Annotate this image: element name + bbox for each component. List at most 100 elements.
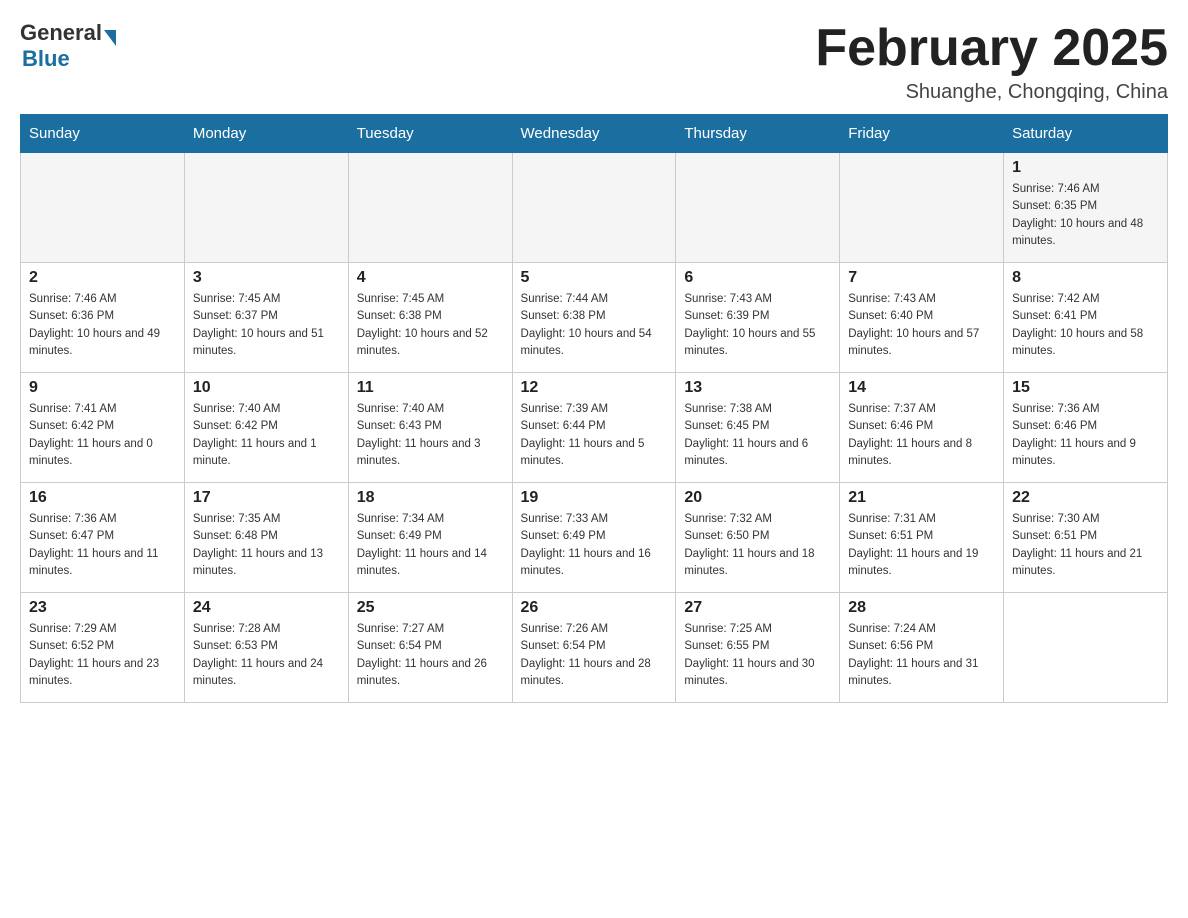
day-number: 23 [29, 599, 176, 617]
day-of-week-header: Monday [184, 115, 348, 153]
day-of-week-header: Tuesday [348, 115, 512, 153]
day-number: 9 [29, 379, 176, 397]
calendar-day-cell [1004, 593, 1168, 703]
calendar-day-cell: 23 Sunrise: 7:29 AMSunset: 6:52 PMDayligh… [21, 593, 185, 703]
day-number: 12 [521, 379, 668, 397]
day-number: 4 [357, 269, 504, 287]
day-of-week-header: Wednesday [512, 115, 676, 153]
day-number: 28 [848, 599, 995, 617]
calendar-day-cell: 10 Sunrise: 7:40 AMSunset: 6:42 PMDayligh… [184, 373, 348, 483]
page-header: General Blue February 2025 Shuanghe, Cho… [20, 20, 1168, 104]
calendar-day-cell [184, 153, 348, 263]
day-info: Sunrise: 7:25 AMSunset: 6:55 PMDaylight:… [684, 621, 831, 690]
calendar-day-cell: 4 Sunrise: 7:45 AMSunset: 6:38 PMDaylight… [348, 263, 512, 373]
day-number: 8 [1012, 269, 1159, 287]
calendar-day-cell [21, 153, 185, 263]
day-number: 24 [193, 599, 340, 617]
calendar-title: February 2025 [815, 20, 1168, 77]
day-info: Sunrise: 7:34 AMSunset: 6:49 PMDaylight:… [357, 511, 504, 580]
day-info: Sunrise: 7:37 AMSunset: 6:46 PMDaylight:… [848, 401, 995, 470]
day-info: Sunrise: 7:31 AMSunset: 6:51 PMDaylight:… [848, 511, 995, 580]
calendar-week-row: 2 Sunrise: 7:46 AMSunset: 6:36 PMDaylight… [21, 263, 1168, 373]
calendar-subtitle: Shuanghe, Chongqing, China [815, 81, 1168, 104]
day-info: Sunrise: 7:29 AMSunset: 6:52 PMDaylight:… [29, 621, 176, 690]
day-number: 2 [29, 269, 176, 287]
calendar-day-cell: 28 Sunrise: 7:24 AMSunset: 6:56 PMDayligh… [840, 593, 1004, 703]
calendar-week-row: 1Sunrise: 7:46 AMSunset: 6:35 PMDaylight… [21, 153, 1168, 263]
day-number: 3 [193, 269, 340, 287]
calendar-day-cell: 6 Sunrise: 7:43 AMSunset: 6:39 PMDaylight… [676, 263, 840, 373]
day-number: 11 [357, 379, 504, 397]
day-number: 20 [684, 489, 831, 507]
day-info: Sunrise: 7:35 AMSunset: 6:48 PMDaylight:… [193, 511, 340, 580]
calendar-day-cell: 24Sunrise: 7:28 AMSunset: 6:53 PMDayligh… [184, 593, 348, 703]
calendar-day-cell [512, 153, 676, 263]
day-number: 15 [1012, 379, 1159, 397]
day-info: Sunrise: 7:39 AMSunset: 6:44 PMDaylight:… [521, 401, 668, 470]
day-number: 10 [193, 379, 340, 397]
calendar-day-cell: 22 Sunrise: 7:30 AMSunset: 6:51 PMDayligh… [1004, 483, 1168, 593]
day-info: Sunrise: 7:42 AMSunset: 6:41 PMDaylight:… [1012, 291, 1159, 360]
day-info: Sunrise: 7:45 AMSunset: 6:37 PMDaylight:… [193, 291, 340, 360]
day-info: Sunrise: 7:32 AMSunset: 6:50 PMDaylight:… [684, 511, 831, 580]
calendar-day-cell: 12 Sunrise: 7:39 AMSunset: 6:44 PMDayligh… [512, 373, 676, 483]
calendar-day-cell: 1Sunrise: 7:46 AMSunset: 6:35 PMDaylight… [1004, 153, 1168, 263]
logo-general-text: General [20, 20, 102, 46]
calendar-day-cell [676, 153, 840, 263]
calendar-day-cell: 11 Sunrise: 7:40 AMSunset: 6:43 PMDayligh… [348, 373, 512, 483]
calendar-table: SundayMondayTuesdayWednesdayThursdayFrid… [20, 114, 1168, 703]
day-number: 25 [357, 599, 504, 617]
calendar-day-cell: 19 Sunrise: 7:33 AMSunset: 6:49 PMDayligh… [512, 483, 676, 593]
day-info: Sunrise: 7:45 AMSunset: 6:38 PMDaylight:… [357, 291, 504, 360]
calendar-day-cell: 27 Sunrise: 7:25 AMSunset: 6:55 PMDayligh… [676, 593, 840, 703]
calendar-day-cell [840, 153, 1004, 263]
day-of-week-header: Sunday [21, 115, 185, 153]
day-info: Sunrise: 7:24 AMSunset: 6:56 PMDaylight:… [848, 621, 995, 690]
day-number: 19 [521, 489, 668, 507]
calendar-day-cell: 26 Sunrise: 7:26 AMSunset: 6:54 PMDayligh… [512, 593, 676, 703]
day-info: Sunrise: 7:41 AMSunset: 6:42 PMDaylight:… [29, 401, 176, 470]
calendar-day-cell: 9 Sunrise: 7:41 AMSunset: 6:42 PMDaylight… [21, 373, 185, 483]
calendar-day-cell: 21 Sunrise: 7:31 AMSunset: 6:51 PMDayligh… [840, 483, 1004, 593]
day-info: Sunrise: 7:26 AMSunset: 6:54 PMDaylight:… [521, 621, 668, 690]
calendar-day-cell: 14Sunrise: 7:37 AMSunset: 6:46 PMDayligh… [840, 373, 1004, 483]
day-number: 16 [29, 489, 176, 507]
calendar-day-cell: 7 Sunrise: 7:43 AMSunset: 6:40 PMDaylight… [840, 263, 1004, 373]
calendar-day-cell: 13 Sunrise: 7:38 AMSunset: 6:45 PMDayligh… [676, 373, 840, 483]
calendar-week-row: 16 Sunrise: 7:36 AMSunset: 6:47 PMDayligh… [21, 483, 1168, 593]
day-info: Sunrise: 7:43 AMSunset: 6:40 PMDaylight:… [848, 291, 995, 360]
calendar-day-cell [348, 153, 512, 263]
logo-arrow-icon [104, 30, 116, 46]
logo: General Blue [20, 20, 116, 72]
calendar-week-row: 23 Sunrise: 7:29 AMSunset: 6:52 PMDayligh… [21, 593, 1168, 703]
day-number: 21 [848, 489, 995, 507]
calendar-day-cell: 18Sunrise: 7:34 AMSunset: 6:49 PMDayligh… [348, 483, 512, 593]
day-info: Sunrise: 7:30 AMSunset: 6:51 PMDaylight:… [1012, 511, 1159, 580]
day-info: Sunrise: 7:38 AMSunset: 6:45 PMDaylight:… [684, 401, 831, 470]
day-number: 7 [848, 269, 995, 287]
calendar-day-cell: 8 Sunrise: 7:42 AMSunset: 6:41 PMDaylight… [1004, 263, 1168, 373]
day-info: Sunrise: 7:46 AMSunset: 6:36 PMDaylight:… [29, 291, 176, 360]
day-info: Sunrise: 7:40 AMSunset: 6:42 PMDaylight:… [193, 401, 340, 470]
calendar-day-cell: 20 Sunrise: 7:32 AMSunset: 6:50 PMDayligh… [676, 483, 840, 593]
calendar-day-cell: 15Sunrise: 7:36 AMSunset: 6:46 PMDayligh… [1004, 373, 1168, 483]
day-info: Sunrise: 7:33 AMSunset: 6:49 PMDaylight:… [521, 511, 668, 580]
day-info: Sunrise: 7:36 AMSunset: 6:47 PMDaylight:… [29, 511, 176, 580]
title-block: February 2025 Shuanghe, Chongqing, China [815, 20, 1168, 104]
day-info: Sunrise: 7:40 AMSunset: 6:43 PMDaylight:… [357, 401, 504, 470]
day-info: Sunrise: 7:43 AMSunset: 6:39 PMDaylight:… [684, 291, 831, 360]
calendar-header-row: SundayMondayTuesdayWednesdayThursdayFrid… [21, 115, 1168, 153]
calendar-week-row: 9 Sunrise: 7:41 AMSunset: 6:42 PMDaylight… [21, 373, 1168, 483]
day-number: 22 [1012, 489, 1159, 507]
day-number: 6 [684, 269, 831, 287]
day-of-week-header: Thursday [676, 115, 840, 153]
day-number: 17 [193, 489, 340, 507]
day-info: Sunrise: 7:27 AMSunset: 6:54 PMDaylight:… [357, 621, 504, 690]
day-number: 26 [521, 599, 668, 617]
day-number: 13 [684, 379, 831, 397]
day-number: 27 [684, 599, 831, 617]
day-number: 5 [521, 269, 668, 287]
logo-blue-text: Blue [22, 46, 70, 72]
calendar-day-cell: 3 Sunrise: 7:45 AMSunset: 6:37 PMDaylight… [184, 263, 348, 373]
calendar-day-cell: 17 Sunrise: 7:35 AMSunset: 6:48 PMDayligh… [184, 483, 348, 593]
